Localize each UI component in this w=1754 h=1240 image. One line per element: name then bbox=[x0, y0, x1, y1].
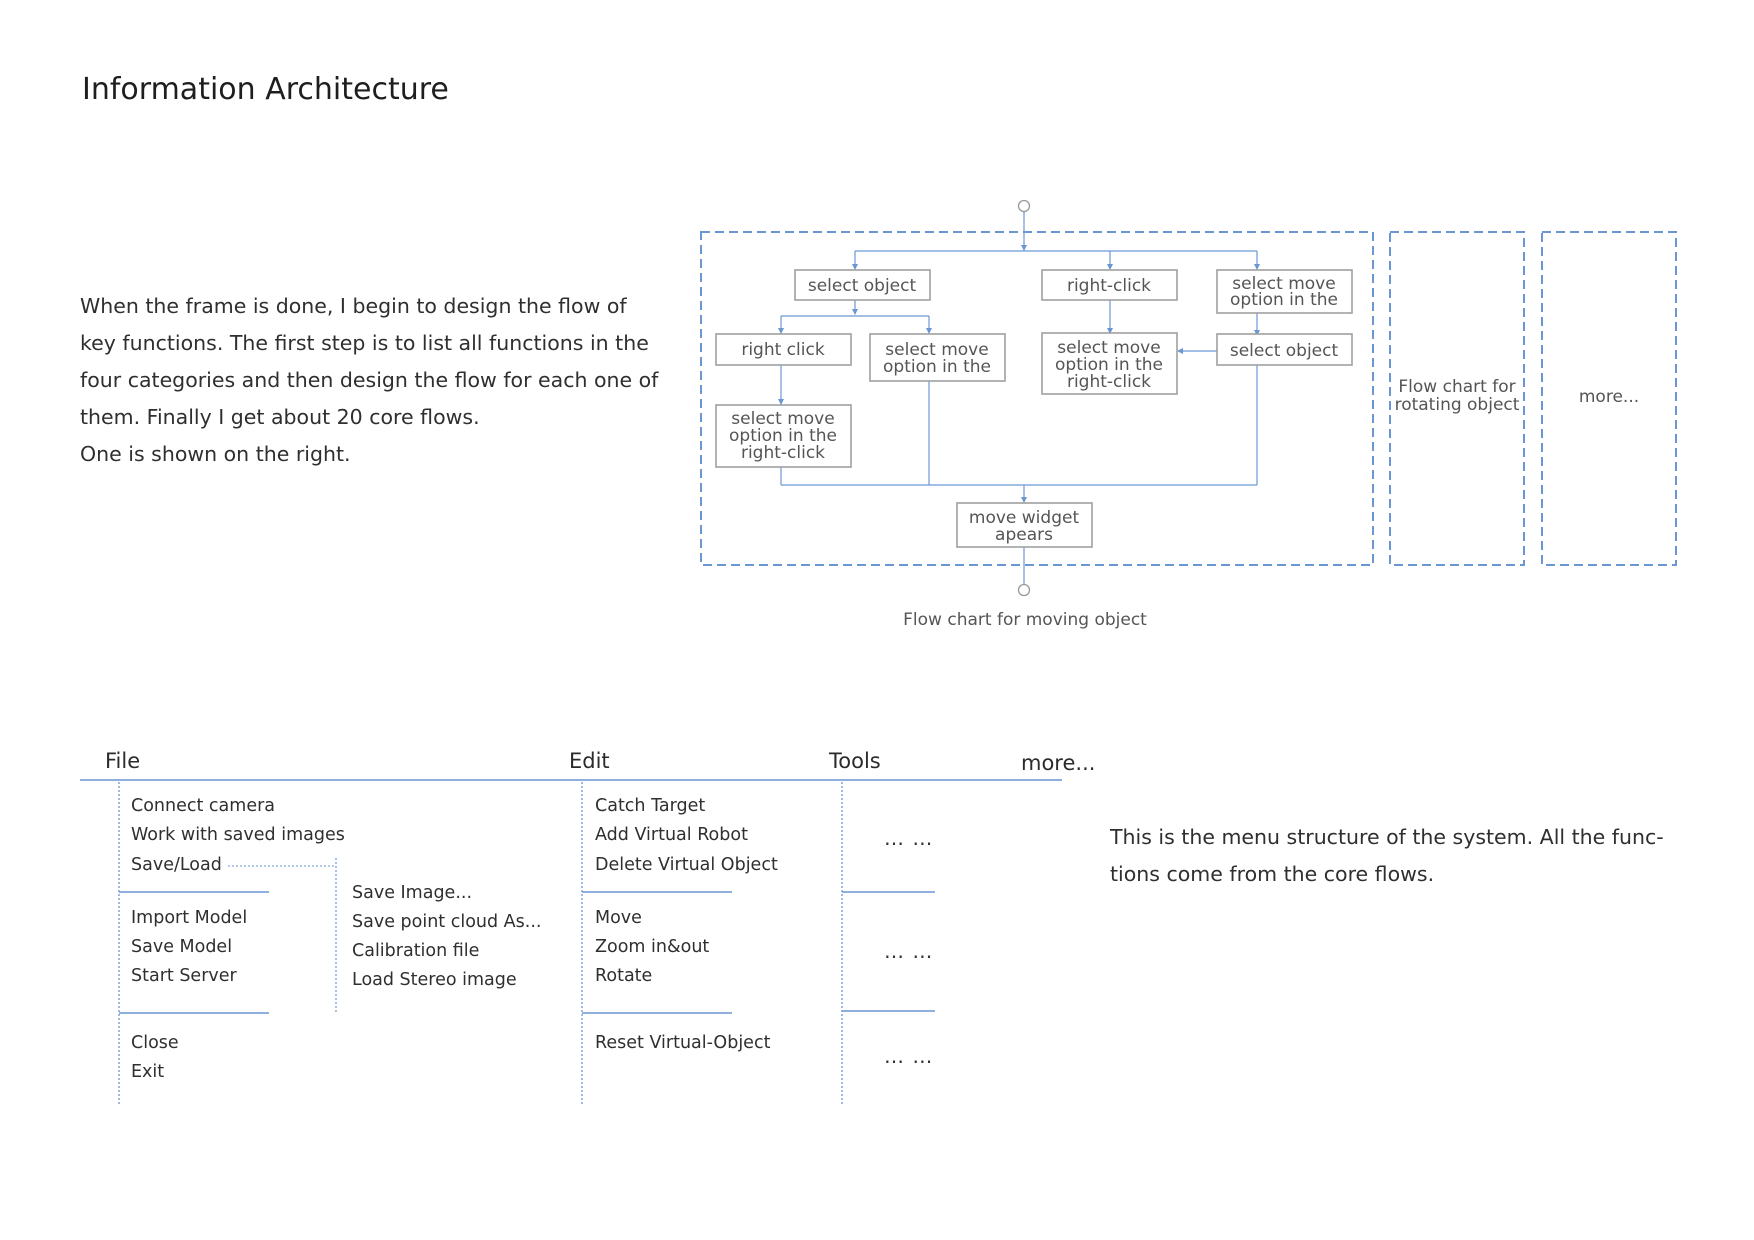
menu-item-exit[interactable]: Exit bbox=[131, 1062, 164, 1082]
panel-label-rotating: Flow chart for bbox=[1398, 377, 1515, 397]
submenu-item-load-stereo-image[interactable]: Load Stereo image bbox=[352, 970, 517, 990]
menu-item-close[interactable]: Close bbox=[131, 1033, 179, 1053]
menu-description-line: This is the menu structure of the system… bbox=[1110, 825, 1664, 849]
panel-label-more: more... bbox=[1579, 387, 1639, 407]
submenu-item-save-point-cloud[interactable]: Save point cloud As... bbox=[352, 912, 541, 932]
node-label: option in the bbox=[883, 357, 991, 377]
submenu-item-save-image[interactable]: Save Image... bbox=[352, 883, 472, 903]
menu-item-save-model[interactable]: Save Model bbox=[131, 937, 232, 957]
node-label: right-click bbox=[1067, 372, 1151, 392]
node-label: select object bbox=[808, 276, 917, 296]
menu-item-save-load[interactable]: Save/Load bbox=[131, 855, 222, 875]
menu-item-import-model[interactable]: Import Model bbox=[131, 908, 247, 928]
node-label: right-click bbox=[1067, 276, 1151, 296]
node-label: right click bbox=[741, 340, 824, 360]
node-label: option in the bbox=[1230, 290, 1338, 310]
flow-start-node bbox=[1017, 199, 1031, 213]
menu-header-file[interactable]: File bbox=[105, 749, 140, 773]
panel-label-rotating: rotating object bbox=[1395, 395, 1520, 415]
menu-item-connect-camera[interactable]: Connect camera bbox=[131, 796, 275, 816]
tools-placeholder: … … bbox=[884, 939, 934, 963]
menu-item-start-server[interactable]: Start Server bbox=[131, 966, 237, 986]
tools-placeholder: … … bbox=[884, 1044, 934, 1068]
flowchart-caption: Flow chart for moving object bbox=[903, 610, 1147, 630]
submenu-item-calibration-file[interactable]: Calibration file bbox=[352, 941, 479, 961]
node-label: apears bbox=[995, 525, 1053, 545]
node-label: right-click bbox=[741, 443, 825, 463]
menu-item-zoom[interactable]: Zoom in&out bbox=[595, 937, 709, 957]
menu-header-edit[interactable]: Edit bbox=[569, 749, 610, 773]
menu-description: This is the menu structure of the system… bbox=[1110, 819, 1664, 893]
menu-description-line: tions come from the core flows. bbox=[1110, 862, 1435, 886]
diagram-canvas: select object right-click select move op… bbox=[80, 199, 1677, 1105]
node-label: select object bbox=[1230, 341, 1339, 361]
menu-item-delete-virtual-object[interactable]: Delete Virtual Object bbox=[595, 855, 778, 875]
menu-header-tools[interactable]: Tools bbox=[829, 749, 881, 773]
flow-end-node bbox=[1017, 583, 1031, 597]
tools-placeholder: … … bbox=[884, 826, 934, 850]
menu-item-catch-target[interactable]: Catch Target bbox=[595, 796, 705, 816]
menu-item-rotate[interactable]: Rotate bbox=[595, 966, 652, 986]
menu-item-work-saved-images[interactable]: Work with saved images bbox=[131, 825, 345, 845]
menu-item-move[interactable]: Move bbox=[595, 908, 642, 928]
menu-item-reset-virtual-object[interactable]: Reset Virtual-Object bbox=[595, 1033, 770, 1053]
menu-header-more[interactable]: more... bbox=[1021, 751, 1095, 775]
menu-item-add-virtual-robot[interactable]: Add Virtual Robot bbox=[595, 825, 748, 845]
